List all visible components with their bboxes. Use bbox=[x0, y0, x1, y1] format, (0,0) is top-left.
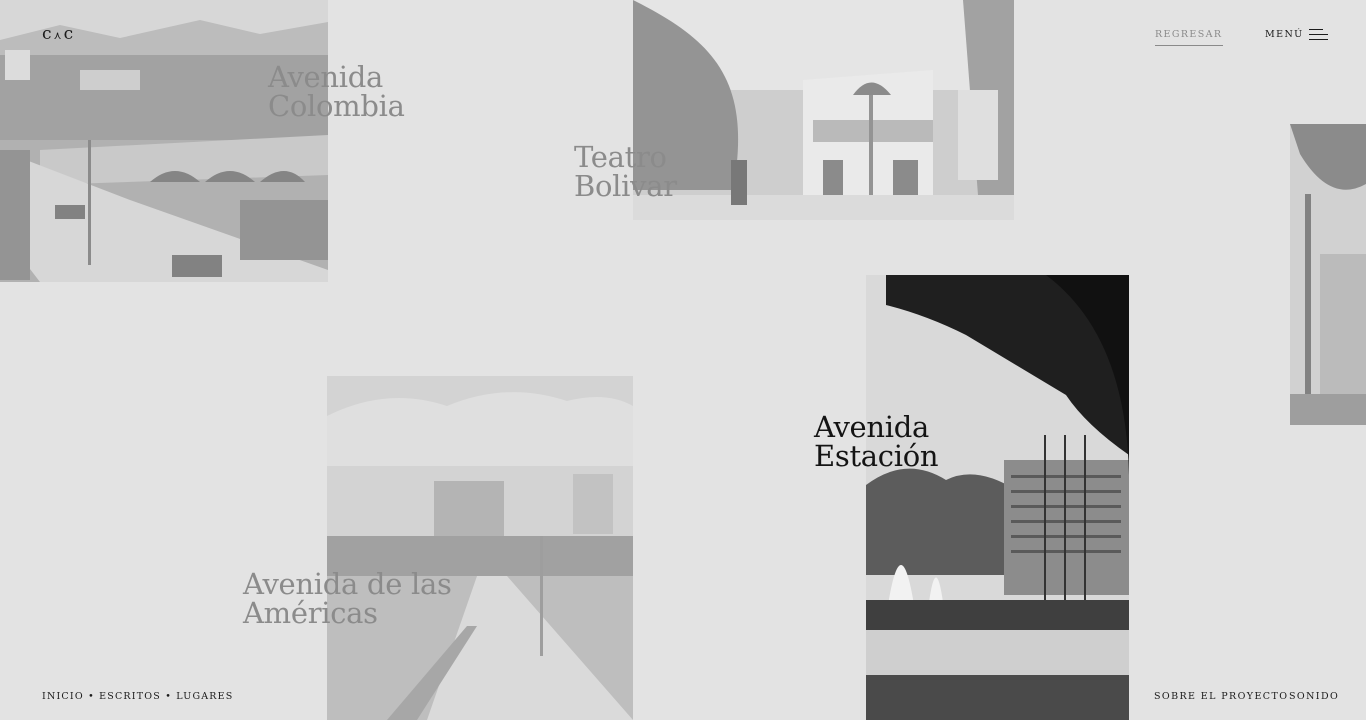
photo-avenida-americas[interactable] bbox=[327, 376, 633, 720]
place-title-avenida-estacion[interactable]: Avenida Estación bbox=[814, 413, 939, 471]
logo-letter-left: c bbox=[42, 24, 54, 44]
logo-letter-right: c bbox=[63, 24, 76, 44]
place-title-teatro-bolivar[interactable]: Teatro Bolivar bbox=[574, 143, 677, 201]
menu-link[interactable]: MENÚ bbox=[1265, 29, 1304, 40]
photo-avenida-americas-image bbox=[327, 376, 633, 720]
back-link[interactable]: REGRESAR bbox=[1155, 29, 1223, 46]
breadcrumb-item-inicio[interactable]: INICIO bbox=[42, 691, 84, 702]
sound-toggle[interactable]: SONIDO bbox=[1289, 691, 1339, 702]
place-title-avenida-americas[interactable]: Avenida de las Américas bbox=[243, 570, 452, 628]
photo-offscreen-right-image bbox=[1290, 124, 1366, 425]
breadcrumb-item-escritos[interactable]: ESCRITOS bbox=[99, 691, 161, 702]
breadcrumb: INICIO • ESCRITOS • LUGARES bbox=[42, 691, 234, 702]
photo-teatro-bolivar-image bbox=[633, 0, 1014, 220]
about-project-link[interactable]: SOBRE EL PROYECTO bbox=[1154, 691, 1288, 702]
photo-avenida-estacion-image bbox=[866, 275, 1129, 720]
photo-offscreen-right[interactable] bbox=[1290, 124, 1366, 425]
photo-teatro-bolivar[interactable] bbox=[633, 0, 1014, 220]
photo-avenida-estacion[interactable] bbox=[866, 275, 1129, 720]
logo-separator-icon: ⋏ bbox=[53, 29, 64, 42]
breadcrumb-separator: • bbox=[165, 691, 173, 702]
place-title-avenida-colombia[interactable]: Avenida Colombia bbox=[268, 63, 405, 121]
hamburger-icon[interactable] bbox=[1309, 28, 1328, 41]
breadcrumb-separator: • bbox=[88, 691, 95, 702]
site-logo[interactable]: c⋏c bbox=[42, 24, 75, 44]
breadcrumb-item-lugares[interactable]: LUGARES bbox=[176, 691, 233, 702]
